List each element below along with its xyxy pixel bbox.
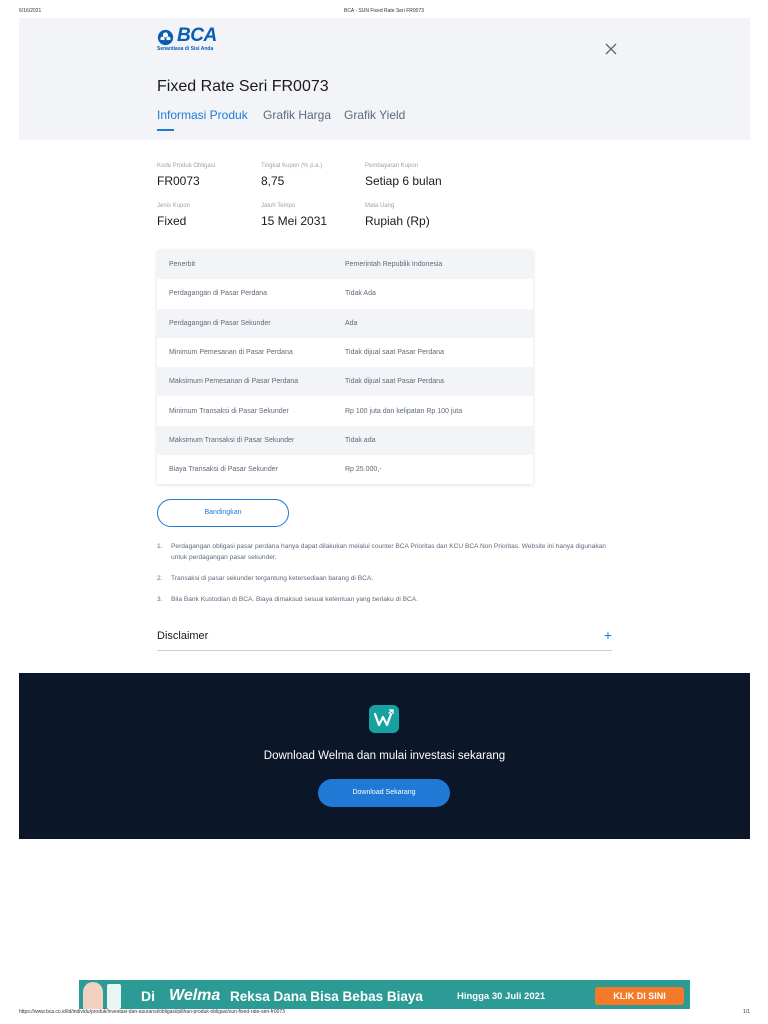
info-tingkat-kupon: Tingkat Kupon (% p.a.) 8,75	[261, 163, 322, 188]
note-number: 1.	[157, 543, 163, 550]
list-item: 1. Perdagangan obligasi pasar perdana ha…	[157, 541, 607, 563]
note-number: 3.	[157, 596, 163, 603]
info-pembayaran-kupon: Pembayaran Kupon Setiap 6 bulan	[365, 163, 442, 188]
row-key: Maksimum Pemesanan di Pasar Perdana	[169, 378, 299, 386]
tab-grafik-harga[interactable]: Grafik Harga	[263, 108, 331, 122]
product-detail-table: Penerbit Pemerintah Republik Indonesia P…	[157, 250, 533, 485]
disclaimer-accordion[interactable]: Disclaimer +	[157, 627, 612, 651]
note-number: 2.	[157, 575, 163, 582]
info-kode-produk: Kode Produk Obligasi FR0073	[157, 163, 215, 188]
row-value: Pemerintah Republik Indonesia	[345, 261, 443, 269]
active-tab-indicator	[157, 129, 174, 131]
info-value: FR0073	[157, 174, 200, 188]
info-mata-uang: Mata Uang Rupiah (Rp)	[365, 203, 430, 228]
info-value: Setiap 6 bulan	[365, 174, 442, 188]
page-title: Fixed Rate Seri FR0073	[157, 78, 329, 95]
list-item: 3. Bila Bank Kustodian di BCA. Biaya dim…	[157, 594, 607, 605]
print-header: 6/16/2021 BCA - SUN Fixed Rate Seri FR00…	[0, 8, 768, 18]
row-value: Tidak Ada	[345, 290, 376, 298]
banner-date: Hingga 30 Juli 2021	[457, 991, 546, 1002]
product-info-grid: Kode Produk Obligasi FR0073 Tingkat Kupo…	[157, 163, 617, 233]
banner-person-image	[83, 982, 103, 1009]
bca-tagline: Senantiasa di Sisi Anda	[157, 46, 214, 52]
row-value: Ada	[345, 319, 358, 327]
tab-informasi-produk[interactable]: Informasi Produk	[157, 108, 248, 122]
print-url: https://www.bca.co.id/id/individu/produk…	[19, 1009, 285, 1015]
row-value: Tidak dijual saat Pasar Perdana	[345, 378, 444, 386]
info-label: Mata Uang	[365, 203, 395, 209]
row-key: Minimum Pemesanan di Pasar Perdana	[169, 349, 293, 357]
row-value: Rp 100 juta dan kelipatan Rp 100 juta	[345, 407, 463, 415]
expand-plus-icon[interactable]: +	[604, 627, 612, 643]
print-page-number: 1/1	[743, 1009, 750, 1015]
table-row: Maksimum Pemesanan di Pasar Perdana Tida…	[157, 367, 533, 397]
info-value: Rupiah (Rp)	[365, 214, 430, 228]
note-text: Transaksi di pasar sekunder tergantung k…	[171, 575, 374, 582]
info-label: Kode Produk Obligasi	[157, 163, 216, 169]
list-item: 2. Transaksi di pasar sekunder tergantun…	[157, 573, 607, 584]
notes-list: 1. Perdagangan obligasi pasar perdana ha…	[157, 541, 607, 615]
banner-welma-logo: Welma	[169, 987, 221, 1004]
row-key: Perdagangan di Pasar Sekunder	[169, 319, 271, 327]
bca-logo-icon	[157, 29, 174, 46]
info-label: Jenis Kupon	[157, 203, 191, 209]
note-text: Perdagangan obligasi pasar perdana hanya…	[171, 543, 606, 561]
row-value: Rp 25.000,-	[345, 466, 382, 474]
print-footer: https://www.bca.co.id/id/individu/produk…	[0, 1009, 768, 1019]
product-header: BCA Senantiasa di Sisi Anda Fixed Rate S…	[19, 18, 750, 140]
disclaimer-label: Disclaimer	[157, 630, 209, 642]
info-label: Tingkat Kupon (% p.a.)	[261, 163, 323, 169]
info-value: Fixed	[157, 214, 187, 228]
table-row: Penerbit Pemerintah Republik Indonesia	[157, 250, 533, 280]
close-icon[interactable]	[604, 42, 618, 56]
row-key: Perdagangan di Pasar Perdana	[169, 290, 268, 298]
row-value: Tidak ada	[345, 436, 376, 444]
tab-grafik-yield[interactable]: Grafik Yield	[344, 108, 405, 122]
row-key: Penerbit	[169, 261, 196, 269]
bca-logo-text: BCA	[177, 25, 217, 46]
welma-app-icon	[369, 705, 399, 733]
row-value: Tidak dijual saat Pasar Perdana	[345, 349, 444, 357]
download-now-button[interactable]: Download Sekarang	[318, 779, 450, 807]
info-jatuh-tempo: Jatuh Tempo 15 Mei 2031	[261, 203, 327, 228]
info-value: 15 Mei 2031	[261, 214, 328, 228]
banner-headline: Reksa Dana Bisa Bebas Biaya	[230, 989, 423, 1004]
bca-logo[interactable]: BCA Senantiasa di Sisi Anda	[157, 25, 227, 54]
promo-banner[interactable]: Di Welma Reksa Dana Bisa Bebas Biaya Hin…	[79, 980, 690, 1009]
table-row: Minimum Transaksi di Pasar Sekunder Rp 1…	[157, 396, 533, 425]
print-doc-title: BCA - SUN Fixed Rate Seri FR0073	[343, 8, 425, 14]
table-row: Biaya Transaksi di Pasar Sekunder Rp 25.…	[157, 455, 533, 484]
row-key: Biaya Transaksi di Pasar Sekunder	[169, 466, 278, 474]
banner-phone-image	[107, 984, 121, 1009]
compare-button[interactable]: Bandingkan	[157, 499, 289, 527]
info-label: Jatuh Tempo	[261, 203, 296, 209]
banner-di-text: Di	[141, 988, 155, 1004]
banner-cta-button[interactable]: KLIK DI SINI	[595, 987, 684, 1005]
info-jenis-kupon: Jenis Kupon Fixed	[157, 203, 190, 228]
table-row: Perdagangan di Pasar Sekunder Ada	[157, 308, 533, 338]
download-headline: Download Welma dan mulai investasi sekar…	[263, 750, 506, 762]
row-key: Maksimum Transaksi di Pasar Sekunder	[169, 436, 295, 444]
info-value: 8,75	[261, 174, 285, 188]
download-app-section: Download Welma dan mulai investasi sekar…	[19, 673, 750, 839]
row-key: Minimum Transaksi di Pasar Sekunder	[169, 407, 289, 415]
table-row: Perdagangan di Pasar Perdana Tidak Ada	[157, 279, 533, 308]
info-label: Pembayaran Kupon	[365, 163, 419, 169]
table-row: Minimum Pemesanan di Pasar Perdana Tidak…	[157, 338, 533, 367]
note-text: Bila Bank Kustodian di BCA. Biaya dimaks…	[171, 596, 419, 603]
table-row: Maksimum Transaksi di Pasar Sekunder Tid…	[157, 425, 533, 456]
